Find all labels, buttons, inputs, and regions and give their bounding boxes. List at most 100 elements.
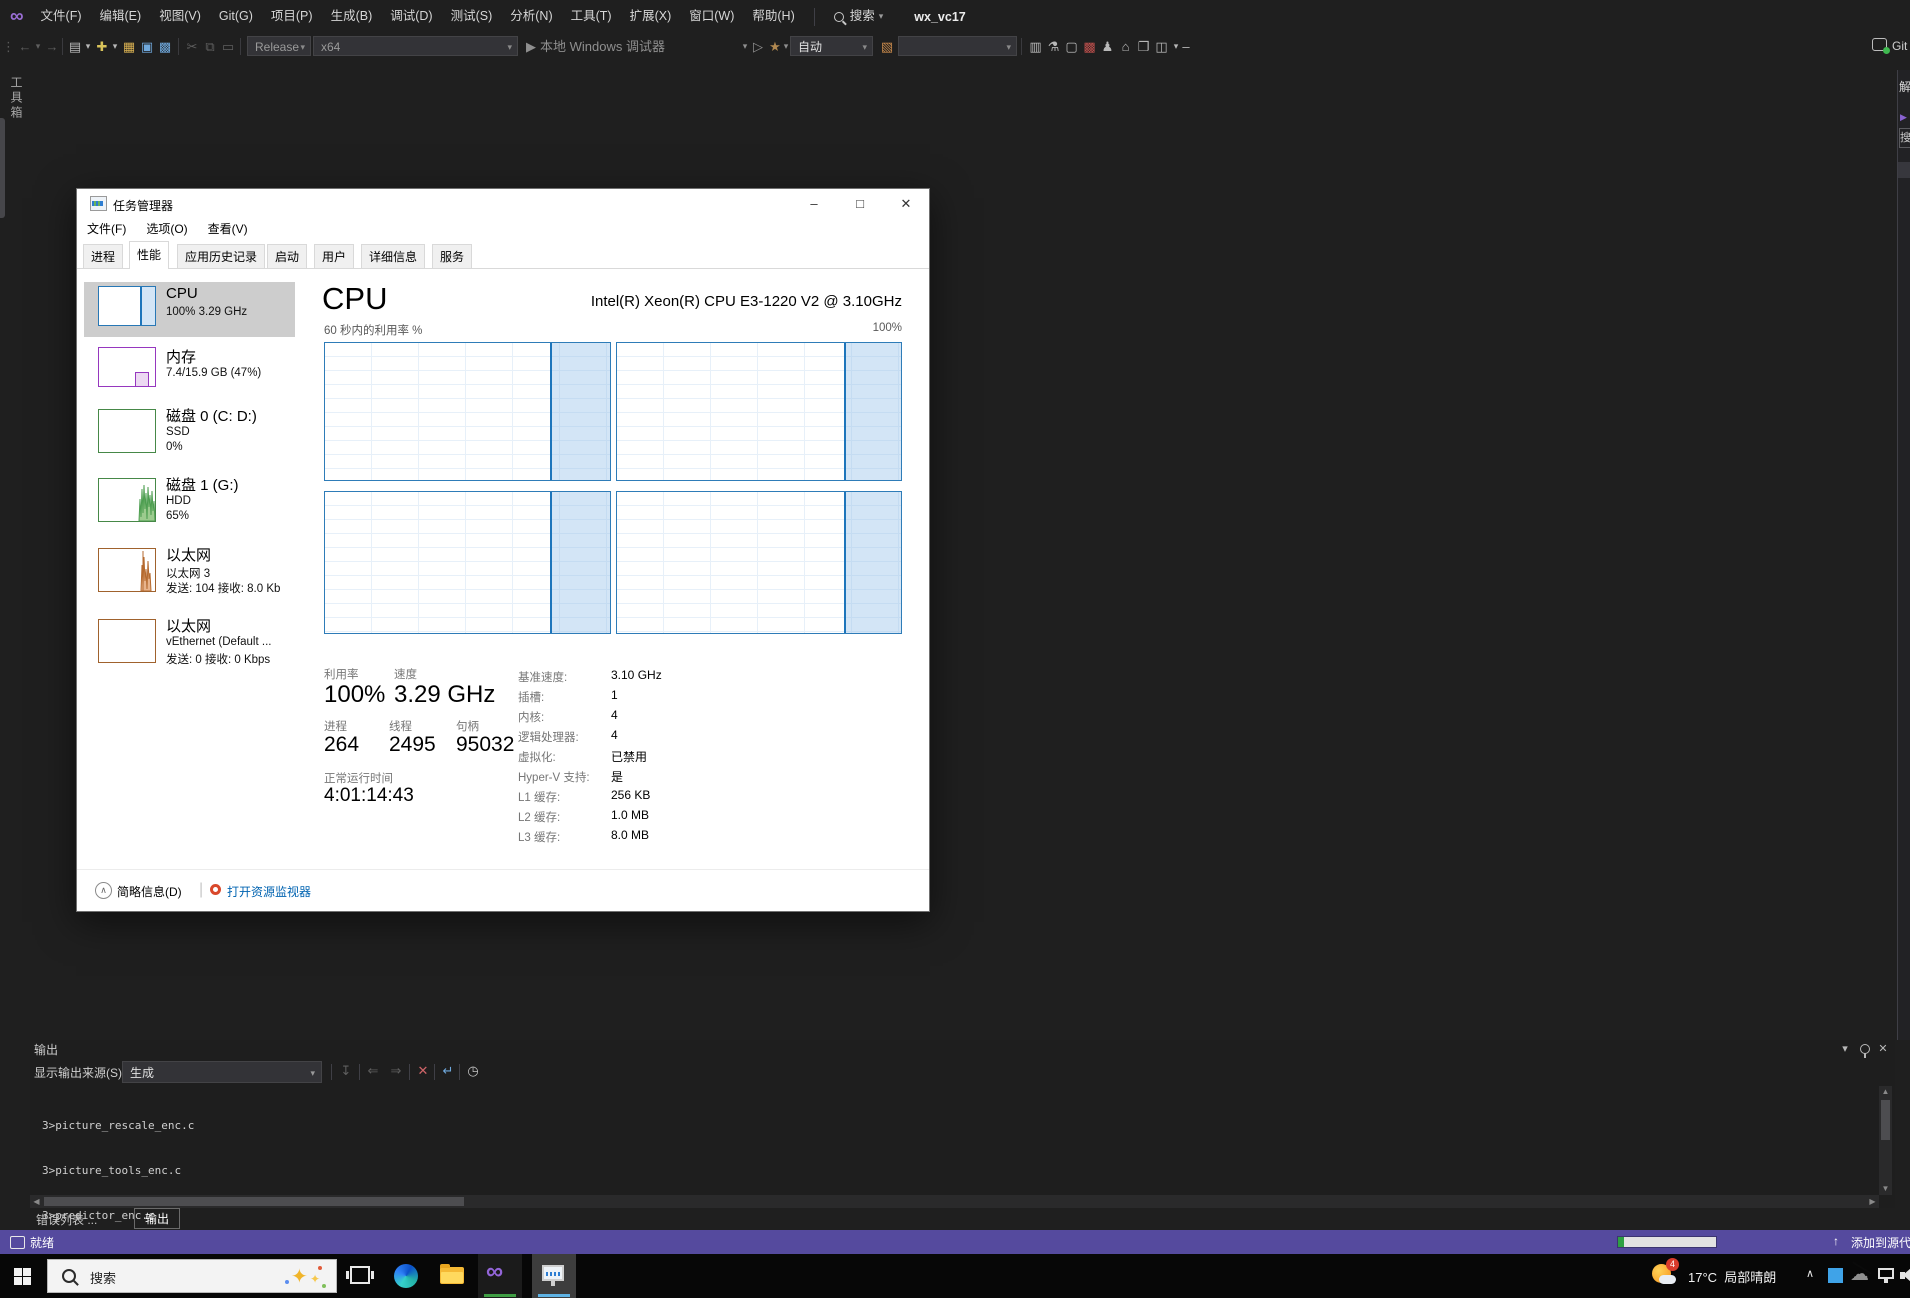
weather-widget-icon[interactable]: 4 <box>1652 1262 1678 1288</box>
chevron-down-icon[interactable]: ▾ <box>33 33 43 60</box>
start-button[interactable] <box>0 1254 44 1298</box>
wrench-icon[interactable]: ⚗ <box>1045 33 1062 60</box>
empty-select[interactable]: ▾ <box>898 36 1017 56</box>
new-item-icon[interactable]: ✚ <box>93 33 111 60</box>
menu-file[interactable]: 文件(F) <box>32 0 91 33</box>
close-panel-icon[interactable]: ✕ <box>1875 1042 1891 1055</box>
new-project-icon[interactable]: ▤ <box>66 33 84 60</box>
tab-users[interactable]: 用户 <box>314 244 354 268</box>
cpu-graph-core2[interactable] <box>616 342 902 481</box>
next-message-icon[interactable]: ⇒ <box>386 1063 406 1079</box>
cpu-graph-core1[interactable] <box>324 342 611 481</box>
copy-window-icon[interactable]: ❐ <box>1135 33 1152 60</box>
cut-icon[interactable]: ✂ <box>183 33 201 60</box>
tab-app-history[interactable]: 应用历史记录 <box>177 244 265 268</box>
taskmgr-menu-options[interactable]: 选项(O) <box>136 219 197 239</box>
menu-debug[interactable]: 调试(D) <box>381 0 441 33</box>
previous-message-icon[interactable]: ⇐ <box>363 1063 383 1079</box>
open-folder-icon[interactable]: ▦ <box>120 33 138 60</box>
auto-select[interactable]: 自动 ▾ <box>790 36 873 56</box>
pin-icon[interactable] <box>1860 1044 1870 1054</box>
menu-test[interactable]: 测试(S) <box>442 0 502 33</box>
taskmgr-menu-file[interactable]: 文件(F) <box>77 219 136 239</box>
visual-studio-button[interactable]: ∞ <box>478 1254 522 1298</box>
debug-target-button[interactable]: 本地 Windows 调试器 <box>540 33 740 60</box>
file-explorer-button[interactable] <box>430 1254 474 1298</box>
scroll-up-icon[interactable]: ▲ <box>1879 1086 1892 1098</box>
start-without-debugging-icon[interactable]: ▷ <box>751 33 765 60</box>
export-box-icon[interactable]: ▢ <box>1063 33 1080 60</box>
timestamp-clock-icon[interactable]: ◷ <box>463 1063 483 1079</box>
tab-details[interactable]: 详细信息 <box>361 244 425 268</box>
menu-project[interactable]: 项目(P) <box>262 0 322 33</box>
task-manager-button[interactable] <box>532 1254 576 1298</box>
feedback-icon[interactable] <box>10 1236 25 1249</box>
vs-search-box[interactable]: 搜索 ▾ <box>825 0 893 33</box>
collapse-chevron-icon[interactable]: ∧ <box>95 882 112 899</box>
git-status-area[interactable]: Git <box>1872 37 1907 57</box>
tab-startup[interactable]: 启动 <box>267 244 307 268</box>
close-button[interactable]: ✕ <box>883 189 929 218</box>
menu-build[interactable]: 生成(B) <box>322 0 382 33</box>
edge-browser-button[interactable] <box>384 1254 428 1298</box>
attach-window-icon[interactable]: ▥ <box>1027 33 1044 60</box>
menu-extensions[interactable]: 扩展(X) <box>621 0 681 33</box>
maximize-button[interactable]: □ <box>837 189 883 218</box>
vertical-scrollbar[interactable]: ▲ ▼ <box>1879 1086 1892 1195</box>
start-debug-icon[interactable]: ▶ <box>524 33 538 60</box>
menu-help[interactable]: 帮助(H) <box>743 0 803 33</box>
panel-splitter-handle[interactable] <box>0 118 5 218</box>
copy-icon[interactable]: ⧉ <box>201 33 219 60</box>
find-in-files-icon[interactable]: ▧ <box>878 33 896 60</box>
menu-tools[interactable]: 工具(T) <box>562 0 621 33</box>
menu-git[interactable]: Git(G) <box>210 0 262 33</box>
scroll-down-icon[interactable]: ▼ <box>1879 1183 1892 1195</box>
menu-view[interactable]: 视图(V) <box>150 0 210 33</box>
chevron-down-icon[interactable]: ▾ <box>83 33 93 60</box>
navigate-forward-icon[interactable]: → <box>43 33 61 60</box>
task-view-button[interactable] <box>338 1254 382 1298</box>
menu-edit[interactable]: 编辑(E) <box>91 0 151 33</box>
tab-services[interactable]: 服务 <box>432 244 472 268</box>
scrollbar-thumb[interactable] <box>44 1197 464 1206</box>
platform-select[interactable]: x64 ▾ <box>313 36 518 56</box>
toolbar-grip-icon[interactable]: ⋮ <box>2 33 12 60</box>
clear-all-icon[interactable]: ✕ <box>413 1063 433 1079</box>
word-wrap-icon[interactable]: ↵ <box>438 1063 458 1079</box>
toolbox-red-icon[interactable]: ▩ <box>1081 33 1098 60</box>
network-display-icon[interactable] <box>1878 1268 1894 1279</box>
scroll-left-icon[interactable]: ◀ <box>30 1195 43 1208</box>
scrollbar-thumb[interactable] <box>1881 1100 1890 1140</box>
add-to-source-control-button[interactable]: 添加到源代码... <box>1851 1234 1910 1251</box>
paste-icon[interactable]: ▭ <box>219 33 237 60</box>
onedrive-offline-icon[interactable]: ☁ <box>1850 1263 1869 1286</box>
toolbox-vertical-tab[interactable]: 工具箱 <box>8 76 25 121</box>
taskmgr-menu-view[interactable]: 查看(V) <box>198 219 258 239</box>
cpu-graph-core4[interactable] <box>616 491 902 634</box>
taskbar-search-box[interactable]: 搜索 ✦ ✦ <box>47 1259 337 1293</box>
minimize-button[interactable]: – <box>791 189 837 218</box>
cpu-graph-core3[interactable] <box>324 491 611 634</box>
tab-error-list[interactable]: 错误列表 ... <box>36 1211 97 1228</box>
goto-message-icon[interactable]: ↧ <box>336 1063 356 1079</box>
horizontal-scrollbar[interactable]: ◀ ▶ <box>30 1195 1879 1208</box>
tray-app-blue-icon[interactable] <box>1828 1268 1843 1283</box>
console-icon[interactable]: ◫ <box>1153 33 1170 60</box>
tab-performance[interactable]: 性能 <box>129 241 169 269</box>
open-resource-monitor-link[interactable]: 打开资源监视器 <box>227 883 311 900</box>
user-arrows-icon[interactable]: ♟ <box>1099 33 1116 60</box>
chevron-down-icon[interactable]: ▾ <box>1171 33 1181 60</box>
tab-processes[interactable]: 进程 <box>83 244 123 268</box>
chevron-down-icon[interactable]: ▾ <box>110 33 120 60</box>
weather-text[interactable]: 17°C 局部晴朗 <box>1688 1267 1776 1286</box>
menu-analyze[interactable]: 分析(N) <box>501 0 561 33</box>
configuration-select[interactable]: Release ▾ <box>247 36 311 56</box>
volume-icon[interactable] <box>1900 1268 1910 1282</box>
save-all-icon[interactable]: ▩ <box>156 33 174 60</box>
show-hidden-icons-chevron[interactable]: ∧ <box>1806 1267 1814 1280</box>
overflow-dash-icon[interactable]: – <box>1181 33 1191 60</box>
tab-output[interactable]: 输出 <box>134 1208 180 1229</box>
summary-view-toggle[interactable]: 简略信息(D) <box>117 883 182 900</box>
menu-window[interactable]: 窗口(W) <box>680 0 743 33</box>
save-icon[interactable]: ▣ <box>138 33 156 60</box>
